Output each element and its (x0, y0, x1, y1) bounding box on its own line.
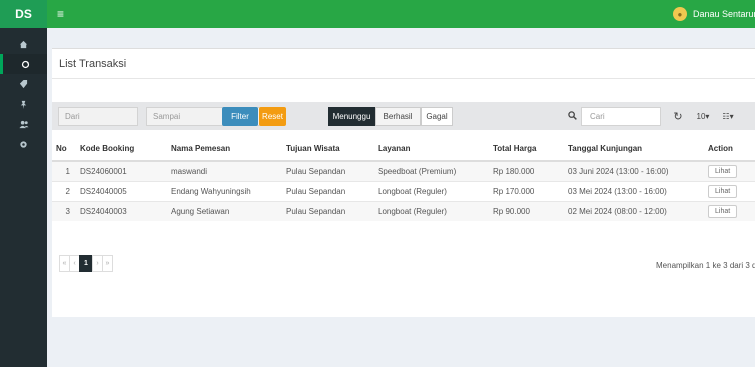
cell-action: Lihat (704, 180, 755, 201)
cell-tujuan-wisata: Pulau Sepandan (282, 180, 374, 201)
cell-no: 2 (52, 180, 76, 201)
top-navbar: ≡ ● Danau Sentarum (47, 0, 755, 28)
column-header-kode-booking[interactable]: Kode Booking (76, 137, 167, 162)
table-row: 1 DS24060001 maswandi Pulau Sepandan Spe… (52, 160, 755, 181)
cell-no: 3 (52, 200, 76, 221)
search-icon (568, 111, 577, 120)
tab-berhasil[interactable]: Berhasil (375, 107, 421, 126)
cell-tanggal-kunjungan: 03 Mei 2024 (13:00 - 16:00) (564, 180, 704, 201)
date-from-input[interactable]: Dari (58, 107, 138, 126)
cell-nama-pemesan: Endang Wahyuningsih (167, 180, 282, 201)
sidebar: DS (0, 0, 47, 367)
filter-button[interactable]: Filter (222, 107, 258, 126)
cell-action: Lihat (704, 200, 755, 221)
column-header-tujuan-wisata[interactable]: Tujuan Wisata (282, 137, 374, 162)
column-header-total-harga[interactable]: Total Harga (489, 137, 564, 162)
cell-kode-booking: DS24060001 (76, 160, 167, 181)
cell-tujuan-wisata: Pulau Sepandan (282, 160, 374, 181)
cell-kode-booking: DS24040005 (76, 180, 167, 201)
filter-toolbar: Dari Sampai Filter Reset Menunggu Berhas… (52, 102, 755, 130)
cell-total-harga: Rp 170.000 (489, 180, 564, 201)
cell-action: Lihat (704, 160, 755, 181)
cell-tanggal-kunjungan: 02 Mei 2024 (08:00 - 12:00) (564, 200, 704, 221)
transaction-table: No Kode Booking Nama Pemesan Tujuan Wisa… (52, 137, 755, 221)
sidebar-menu (0, 28, 47, 154)
divider (52, 78, 755, 79)
cell-total-harga: Rp 90.000 (489, 200, 564, 221)
table-header-row: No Kode Booking Nama Pemesan Tujuan Wisa… (52, 137, 755, 162)
refresh-icon[interactable] (0, 54, 47, 74)
cell-layanan: Longboat (Reguler) (374, 180, 489, 201)
users-icon[interactable] (0, 114, 47, 134)
column-header-layanan[interactable]: Layanan (374, 137, 489, 162)
refresh-button[interactable]: ↻ (668, 107, 688, 126)
view-button[interactable]: Lihat (708, 184, 738, 198)
column-header-tanggal-kunjungan[interactable]: Tanggal Kunjungan (564, 137, 704, 162)
table-row: 2 DS24040005 Endang Wahyuningsih Pulau S… (52, 180, 755, 201)
columns-dropdown[interactable]: ☷▾ (718, 107, 738, 126)
view-button[interactable]: Lihat (708, 164, 738, 178)
cell-tanggal-kunjungan: 03 Juni 2024 (13:00 - 16:00) (564, 160, 704, 181)
pin-icon[interactable] (0, 94, 47, 114)
transaction-card: List Transaksi Dari Sampai Filter Reset … (52, 48, 755, 317)
cell-no: 1 (52, 160, 76, 181)
tag-icon[interactable] (0, 74, 47, 94)
page-title: List Transaksi (59, 58, 127, 70)
user-menu[interactable]: ● Danau Sentarum (672, 7, 755, 21)
tab-menunggu[interactable]: Menunggu (328, 107, 375, 126)
cell-layanan: Speedboat (Premium) (374, 160, 489, 181)
cell-nama-pemesan: Agung Setiawan (167, 200, 282, 221)
user-name: Danau Sentarum (692, 9, 755, 19)
cell-total-harga: Rp 180.000 (489, 160, 564, 181)
gear-icon[interactable] (0, 134, 47, 154)
cell-kode-booking: DS24040003 (76, 200, 167, 221)
dashboard-icon[interactable] (0, 34, 47, 54)
search-input[interactable]: Cari (581, 107, 661, 126)
page-1-button[interactable]: 1 (79, 255, 93, 272)
last-page-button[interactable]: » (102, 255, 113, 272)
cell-tujuan-wisata: Pulau Sepandan (282, 200, 374, 221)
table-row: 3 DS24040003 Agung Setiawan Pulau Sepand… (52, 200, 755, 221)
brand-logo[interactable]: DS (0, 0, 47, 28)
page-size-dropdown[interactable]: 10▾ (692, 107, 714, 126)
avatar: ● (672, 7, 687, 21)
tab-gagal[interactable]: Gagal (421, 107, 453, 126)
menu-toggle-icon[interactable]: ≡ (57, 7, 64, 21)
cell-layanan: Longboat (Reguler) (374, 200, 489, 221)
cell-nama-pemesan: maswandi (167, 160, 282, 181)
column-header-action: Action (704, 137, 755, 162)
main-content: List Transaksi Dari Sampai Filter Reset … (47, 28, 755, 367)
column-header-nama-pemesan[interactable]: Nama Pemesan (167, 137, 282, 162)
view-button[interactable]: Lihat (708, 204, 738, 218)
reset-button[interactable]: Reset (259, 107, 286, 126)
column-header-no[interactable]: No (52, 137, 76, 162)
pagination-summary: Menampilkan 1 ke 3 dari 3 data (656, 261, 755, 270)
pagination: « ‹ 1 › » (59, 255, 113, 272)
